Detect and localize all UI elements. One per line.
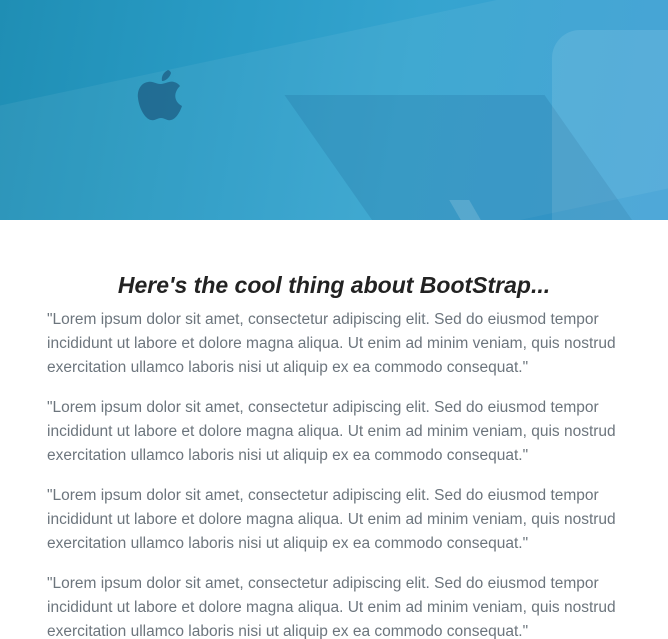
paragraph-line: "Lorem ipsum dolor sit amet, consectetur… xyxy=(47,311,599,328)
paragraph-line: "Lorem ipsum dolor sit amet, consectetur… xyxy=(47,575,599,592)
body-paragraph: "Lorem ipsum dolor sit amet, consectetur… xyxy=(47,484,627,556)
paragraph-line: "Lorem ipsum dolor sit amet, consectetur… xyxy=(47,399,599,416)
apple-logo-icon xyxy=(137,70,182,121)
body-paragraph: "Lorem ipsum dolor sit amet, consectetur… xyxy=(47,396,627,468)
hero-banner xyxy=(0,0,668,220)
paragraph-line: incididunt ut labore et dolore magna ali… xyxy=(47,335,560,352)
paragraph-line: "Lorem ipsum dolor sit amet, consectetur… xyxy=(47,487,599,504)
paragraph-line: incididunt ut labore et dolore magna ali… xyxy=(47,599,560,616)
paragraph-line: incididunt ut labore et dolore magna ali… xyxy=(47,423,560,440)
body-paragraph: "Lorem ipsum dolor sit amet, consectetur… xyxy=(47,572,627,639)
main-content: Here's the cool thing about BootStrap...… xyxy=(0,270,668,639)
cup-silhouette xyxy=(552,30,668,220)
body-paragraph: "Lorem ipsum dolor sit amet, consectetur… xyxy=(47,308,627,380)
paragraph-line: incididunt ut labore et dolore magna ali… xyxy=(47,511,560,528)
page-heading: Here's the cool thing about BootStrap... xyxy=(117,272,551,298)
